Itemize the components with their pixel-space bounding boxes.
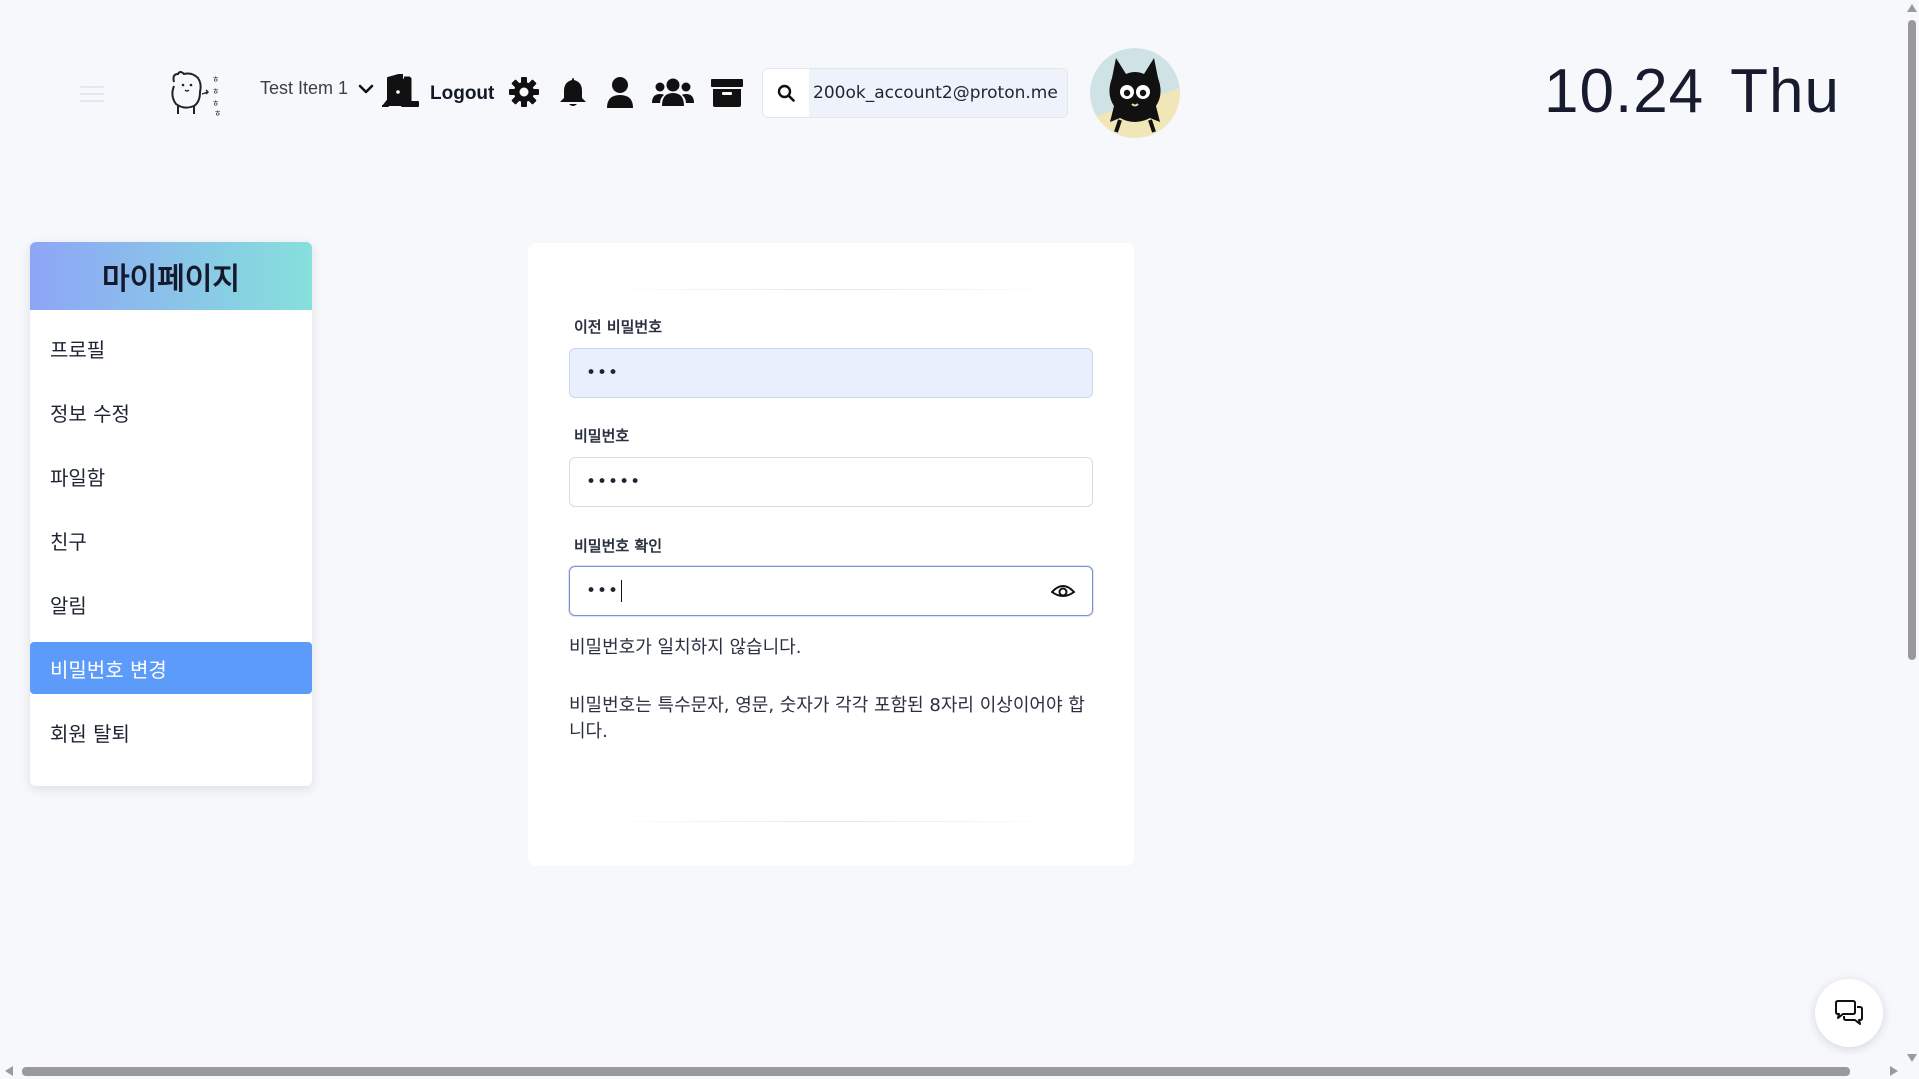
user-icon[interactable] [606, 76, 634, 108]
chat-button[interactable] [1815, 979, 1883, 1047]
scroll-up-arrow-icon[interactable] [1907, 4, 1917, 12]
horizontal-scroll-thumb[interactable] [22, 1067, 1850, 1076]
sidebar-item-edit-info[interactable]: 정보 수정 [30, 386, 312, 438]
archive-icon[interactable] [710, 76, 744, 108]
date-weekday: Thu [1730, 57, 1840, 126]
door-icon [382, 74, 419, 107]
vertical-scroll-thumb[interactable] [1908, 20, 1916, 660]
users-icon[interactable] [652, 76, 694, 108]
sidebar-item-files[interactable]: 파일함 [30, 450, 312, 502]
item-dropdown[interactable]: Test Item 1 [260, 78, 374, 99]
eye-icon[interactable] [1050, 578, 1076, 604]
svg-text:ㅎ: ㅎ [212, 75, 219, 84]
search-input[interactable] [809, 69, 1067, 117]
date-display: 10.24 Thu [1544, 56, 1840, 127]
svg-text:ㅎ: ㅎ [214, 109, 221, 118]
search-box[interactable] [762, 68, 1068, 118]
new-password-value: ••••• [586, 472, 642, 492]
date-day: 10.24 [1544, 57, 1705, 126]
cat-avatar-icon [1090, 48, 1180, 138]
password-rule-message: 비밀번호는 특수문자, 영문, 숫자가 각각 포함된 8자리 이상이어야 합니다… [569, 695, 1085, 742]
chevron-down-icon [358, 84, 374, 93]
dropdown-label: Test Item 1 [260, 78, 349, 98]
new-password-label: 비밀번호 [574, 427, 630, 445]
scroll-down-arrow-icon[interactable] [1907, 1054, 1917, 1062]
chat-bubbles-icon [1835, 1000, 1863, 1025]
confirm-password-field[interactable]: ••• [569, 566, 1093, 616]
scroll-left-arrow-icon[interactable] [5, 1066, 13, 1076]
sidebar-item-change-password[interactable]: 비밀번호 변경 [30, 642, 312, 694]
logout-label: Logout [430, 83, 495, 104]
new-password-field[interactable]: ••••• [569, 457, 1093, 507]
svg-text:ㅎ: ㅎ [212, 87, 219, 96]
sidebar-item-withdraw[interactable]: 회원 탈퇴 [30, 706, 312, 758]
text-caret [621, 580, 623, 602]
vertical-scrollbar[interactable] [1903, 0, 1919, 1066]
logout-button[interactable]: Logout [380, 74, 494, 108]
bear-logo-icon[interactable]: ㅎ ㅎ ㅎ ㅎ [166, 68, 226, 118]
top-divider [598, 289, 1064, 290]
sidebar-item-friends[interactable]: 친구 [30, 514, 312, 566]
mypage-sidebar: 마이페이지 프로필 정보 수정 파일함 친구 알림 비밀번호 변경 회원 탈퇴 [30, 242, 312, 786]
bell-icon[interactable] [558, 76, 588, 108]
scroll-right-arrow-icon[interactable] [1890, 1066, 1898, 1076]
avatar[interactable] [1090, 48, 1180, 138]
confirm-password-value: ••• [586, 581, 620, 601]
search-icon [777, 84, 795, 102]
old-password-label: 이전 비밀번호 [574, 318, 663, 336]
change-password-card: 이전 비밀번호 ••• 비밀번호 ••••• 비밀번호 확인 ••• 비밀번호가… [528, 243, 1134, 866]
confirm-password-label: 비밀번호 확인 [574, 537, 663, 555]
search-button[interactable] [763, 69, 809, 117]
old-password-field[interactable]: ••• [569, 348, 1093, 398]
svg-text:ㅎ: ㅎ [212, 99, 219, 108]
horizontal-scrollbar[interactable] [0, 1063, 1903, 1079]
mismatch-message: 비밀번호가 일치하지 않습니다. [569, 637, 802, 658]
gear-icon[interactable] [508, 76, 540, 108]
top-header: ㅎ ㅎ ㅎ ㅎ Test Item 1 Logout 200ok_account… [0, 0, 1880, 190]
sidebar-item-profile[interactable]: 프로필 [30, 322, 312, 374]
sidebar-title: 마이페이지 [30, 242, 312, 310]
menu-icon[interactable] [80, 86, 104, 102]
sidebar-item-notifications[interactable]: 알림 [30, 578, 312, 630]
bottom-divider [598, 821, 1064, 822]
old-password-value: ••• [586, 363, 620, 383]
